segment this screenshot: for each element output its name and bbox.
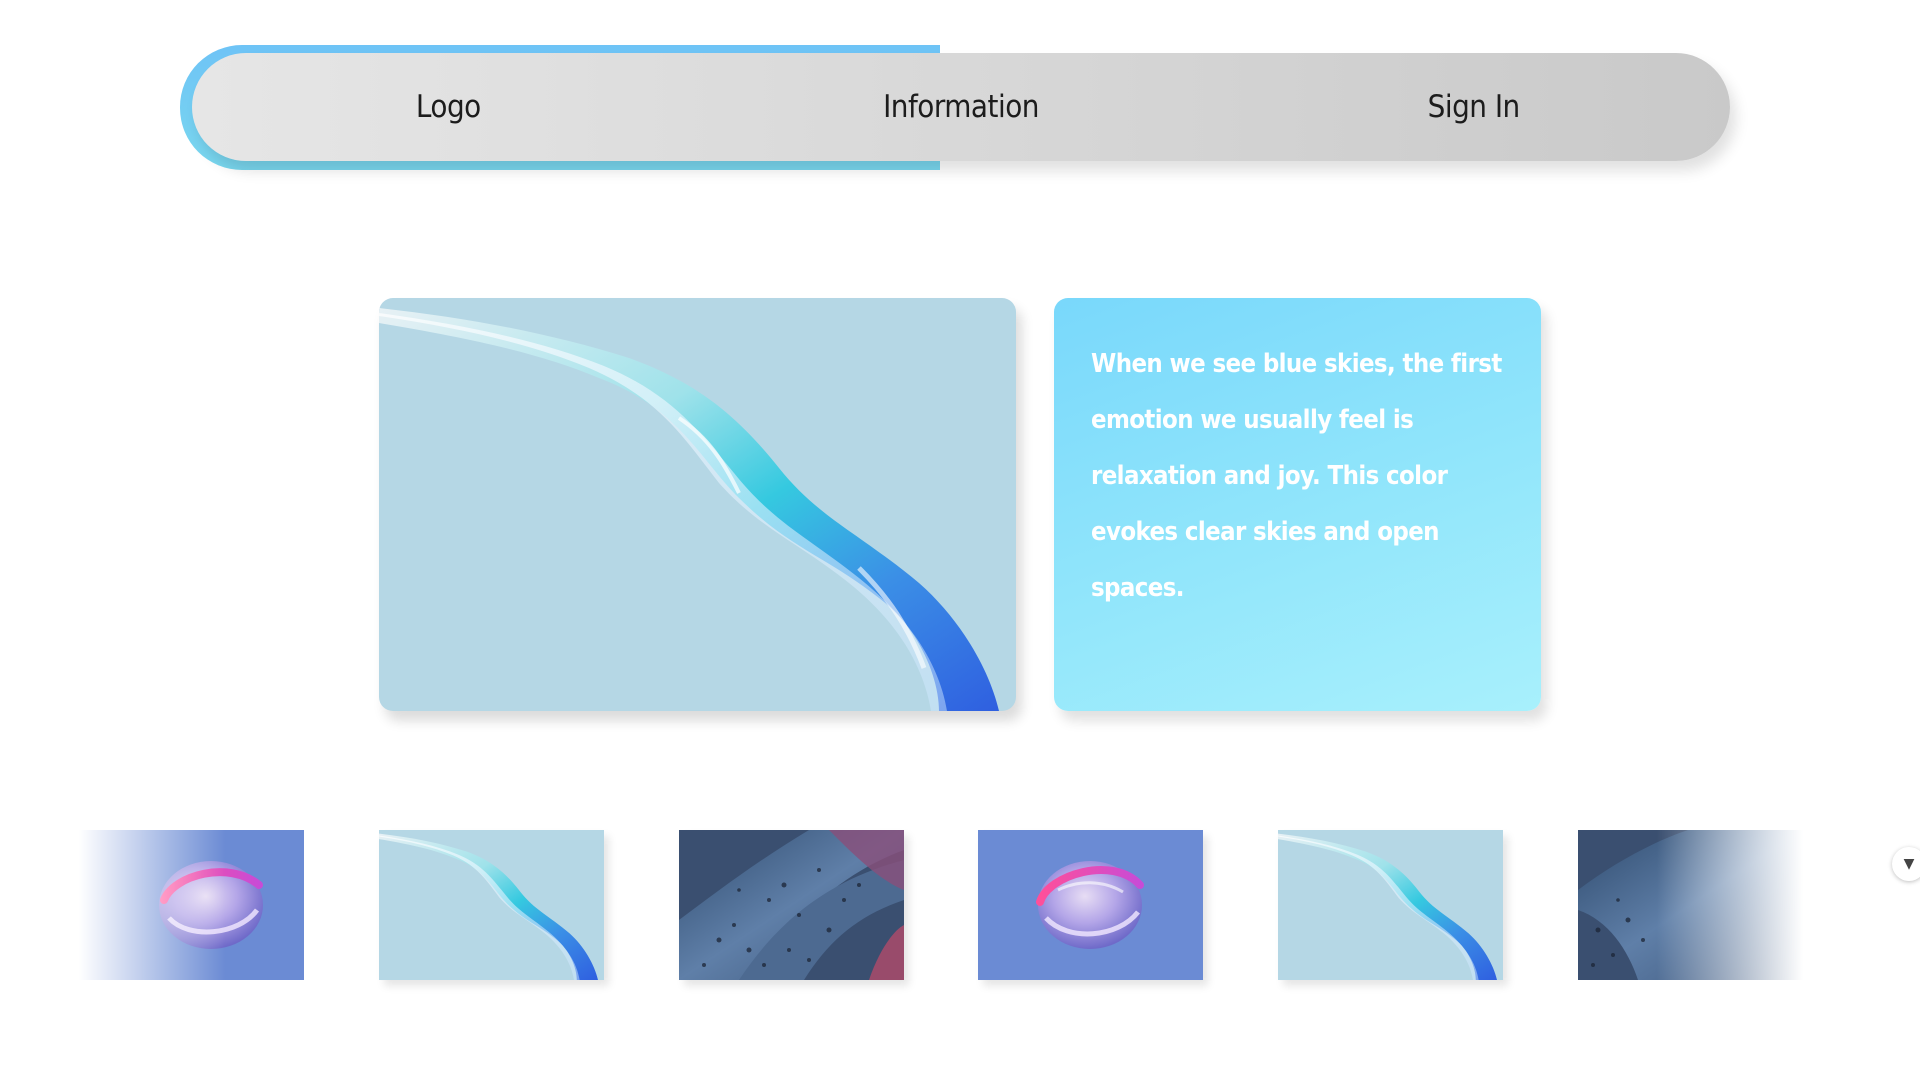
scroll-down-button[interactable]: ▼ bbox=[1892, 847, 1920, 881]
pink-sphere-artwork-icon bbox=[79, 830, 304, 980]
blue-ribbon-artwork-icon bbox=[379, 830, 604, 980]
nav-item-sign-in[interactable]: Sign In bbox=[1217, 89, 1730, 125]
hero-description-text: When we see blue skies, the first emotio… bbox=[1091, 349, 1502, 603]
gallery-thumbnail[interactable] bbox=[978, 830, 1203, 980]
gallery-thumbnail[interactable] bbox=[79, 830, 304, 980]
top-navigation: Logo Information Sign In bbox=[180, 45, 1730, 170]
blue-ribbon-artwork-icon bbox=[379, 308, 999, 711]
gallery-thumbnail[interactable] bbox=[1278, 830, 1503, 980]
gallery-thumbnail[interactable] bbox=[679, 830, 904, 980]
gallery-thumbnail[interactable] bbox=[1578, 830, 1803, 980]
nav-item-logo[interactable]: Logo bbox=[192, 89, 705, 125]
hero-image bbox=[379, 298, 1016, 711]
dark-textured-waves-artwork-icon bbox=[1578, 830, 1803, 980]
pink-sphere-artwork-icon bbox=[978, 830, 1203, 980]
nav-bar: Logo Information Sign In bbox=[192, 53, 1730, 161]
gallery-thumbnail[interactable] bbox=[379, 830, 604, 980]
hero-description-card: When we see blue skies, the first emotio… bbox=[1054, 298, 1541, 711]
blue-ribbon-artwork-icon bbox=[1278, 830, 1503, 980]
chevron-down-icon: ▼ bbox=[1903, 856, 1915, 872]
nav-item-information[interactable]: Information bbox=[705, 89, 1218, 125]
dark-textured-waves-artwork-icon bbox=[679, 830, 904, 980]
